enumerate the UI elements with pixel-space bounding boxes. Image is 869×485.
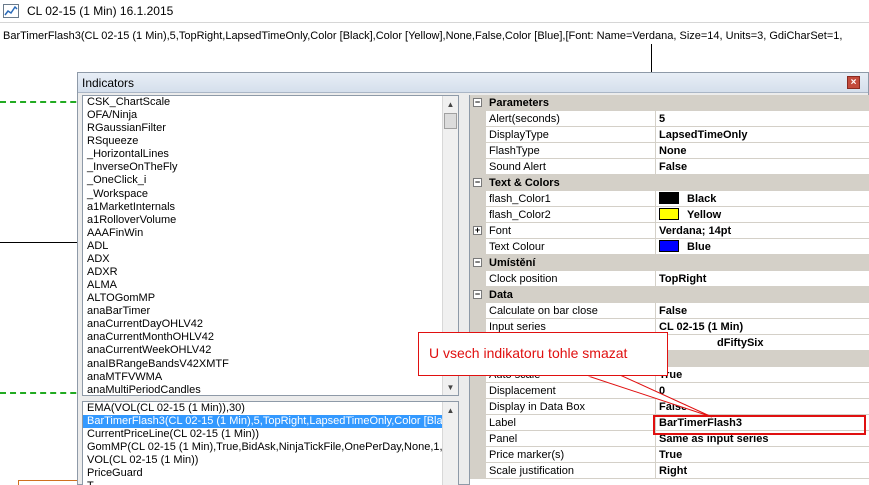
dialog-title-text: Indicators <box>82 76 135 90</box>
color-swatch <box>659 192 679 204</box>
applied-indicator-item[interactable]: VOL(CL 02-15 (1 Min)) <box>83 454 458 467</box>
dialog-title: Indicators × <box>78 73 868 93</box>
list-item[interactable]: anaMTFVWMA <box>87 371 439 384</box>
indicator-label-text: BarTimerFlash3(CL 02-15 (1 Min),5,TopRig… <box>3 30 843 42</box>
applied-scrollbar[interactable]: ▲ <box>442 402 458 485</box>
prop-row-calc-on-close[interactable]: Calculate on bar close False <box>470 303 869 319</box>
list-item[interactable]: ADL <box>87 240 439 253</box>
close-icon[interactable]: × <box>847 76 860 89</box>
list-item[interactable]: ALTOGomMP <box>87 292 439 305</box>
prop-row-font[interactable]: + Font Verdana; 14pt <box>470 223 869 239</box>
prop-value[interactable]: Black <box>656 191 869 207</box>
prop-value[interactable]: Verdana; 14pt <box>656 223 869 239</box>
prop-row-flash-color2[interactable]: flash_Color2 Yellow <box>470 207 869 223</box>
expand-icon[interactable]: + <box>473 226 482 235</box>
scroll-up-icon[interactable]: ▲ <box>443 402 458 418</box>
prop-row-flashtype[interactable]: FlashType None <box>470 143 869 159</box>
list-item[interactable]: CSK_ChartScale <box>87 96 439 109</box>
applied-indicator-item[interactable]: T ... <box>83 480 458 485</box>
scroll-down-icon[interactable]: ▼ <box>443 379 458 395</box>
list-item[interactable]: ADXR <box>87 266 439 279</box>
prop-value[interactable]: 5 <box>656 111 869 127</box>
chart-title: CL 02-15 (1 Min) 16.1.2015 <box>27 4 174 18</box>
prop-row-alert[interactable]: Alert(seconds) 5 <box>470 111 869 127</box>
list-item[interactable]: _Workspace <box>87 188 439 201</box>
prop-row-scale-justification[interactable]: Scale justification Right <box>470 463 869 479</box>
applied-indicators-list[interactable]: EMA(VOL(CL 02-15 (1 Min)),30) BarTimerFla… <box>82 401 459 485</box>
prop-value[interactable]: dFiftySix <box>656 335 869 351</box>
prop-value[interactable]: Right <box>656 463 869 479</box>
list-item[interactable]: anaBarTimer <box>87 305 439 318</box>
scroll-thumb[interactable] <box>444 113 457 129</box>
highlight-box <box>653 415 866 435</box>
prop-row-displaytype[interactable]: DisplayType LapsedTimeOnly <box>470 127 869 143</box>
prop-value[interactable]: True <box>656 447 869 463</box>
prop-value[interactable]: True <box>656 367 869 383</box>
list-item[interactable]: RSqueeze <box>87 135 439 148</box>
applied-indicator-item[interactable]: GomMP(CL 02-15 (1 Min),True,BidAsk,Ninja… <box>83 441 458 454</box>
prop-row-data-box[interactable]: Display in Data Box False <box>470 399 869 415</box>
list-item[interactable]: anaIBRangeBandsV42XMTF <box>87 358 439 371</box>
list-item[interactable]: _InverseOnTheFly <box>87 161 439 174</box>
list-item[interactable]: _HorizontalLines <box>87 148 439 161</box>
color-swatch <box>659 208 679 220</box>
applied-indicator-item[interactable]: PriceGuard <box>83 467 458 480</box>
prop-value[interactable]: Yellow <box>656 207 869 223</box>
list-item[interactable]: ALMA <box>87 279 439 292</box>
category-umisteni[interactable]: − Umístění <box>470 255 869 271</box>
prop-value[interactable]: False <box>656 399 869 415</box>
prop-row-flash-color1[interactable]: flash_Color1 Black <box>470 191 869 207</box>
color-swatch <box>659 240 679 252</box>
list-item[interactable]: _OneClick_i <box>87 174 439 187</box>
prop-value[interactable]: False <box>656 303 869 319</box>
prop-row-text-colour[interactable]: Text Colour Blue <box>470 239 869 255</box>
chart-title-bar: CL 02-15 (1 Min) 16.1.2015 <box>0 0 869 22</box>
list-item[interactable]: anaCurrentMonthOHLV42 <box>87 331 439 344</box>
list-item[interactable]: RGaussianFilter <box>87 122 439 135</box>
list-item[interactable]: anaMultiPeriodCandles <box>87 384 439 395</box>
collapse-icon[interactable]: − <box>473 178 482 187</box>
scroll-up-icon[interactable]: ▲ <box>443 96 458 112</box>
chart-bar-fragment <box>18 480 78 485</box>
collapse-icon[interactable]: − <box>473 98 482 107</box>
title-separator <box>0 22 869 23</box>
category-parameters[interactable]: − Parameters <box>470 95 869 111</box>
list-item[interactable]: a1MarketInternals <box>87 201 439 214</box>
list-item[interactable]: OFA/Ninja <box>87 109 439 122</box>
applied-indicator-item[interactable]: EMA(VOL(CL 02-15 (1 Min)),30) <box>83 402 458 415</box>
prop-value[interactable]: TopRight <box>656 271 869 287</box>
collapse-icon[interactable]: − <box>473 258 482 267</box>
prop-value[interactable]: CL 02-15 (1 Min) <box>656 319 869 335</box>
collapse-icon[interactable]: − <box>473 290 482 299</box>
list-item[interactable]: ADX <box>87 253 439 266</box>
list-item[interactable]: anaCurrentDayOHLV42 <box>87 318 439 331</box>
callout-note: U vsech indikatoru tohle smazat <box>418 332 668 376</box>
applied-indicator-item[interactable]: CurrentPriceLine(CL 02-15 (1 Min)) <box>83 428 458 441</box>
chart-icon <box>3 4 19 18</box>
prop-value[interactable]: None <box>656 143 869 159</box>
prop-value[interactable]: False <box>656 159 869 175</box>
prop-value[interactable]: 0 <box>656 383 869 399</box>
prop-value[interactable]: Blue <box>656 239 869 255</box>
prop-row-clock-position[interactable]: Clock position TopRight <box>470 271 869 287</box>
list-item[interactable]: a1RolloverVolume <box>87 214 439 227</box>
prop-row-price-marker[interactable]: Price marker(s) True <box>470 447 869 463</box>
list-item[interactable]: anaCurrentWeekOHLV42 <box>87 344 439 357</box>
available-indicators-list[interactable]: CSK_ChartScale OFA/Ninja RGaussianFilter RS… <box>82 95 459 396</box>
prop-row-displacement[interactable]: Displacement 0 <box>470 383 869 399</box>
prop-value[interactable]: LapsedTimeOnly <box>656 127 869 143</box>
applied-indicator-item[interactable]: BarTimerFlash3(CL 02-15 (1 Min),5,TopRig… <box>83 415 458 428</box>
category-text-colors[interactable]: − Text & Colors <box>470 175 869 191</box>
category-data[interactable]: − Data <box>470 287 869 303</box>
prop-row-soundalert[interactable]: Sound Alert False <box>470 159 869 175</box>
list-item[interactable]: AAAFinWin <box>87 227 439 240</box>
